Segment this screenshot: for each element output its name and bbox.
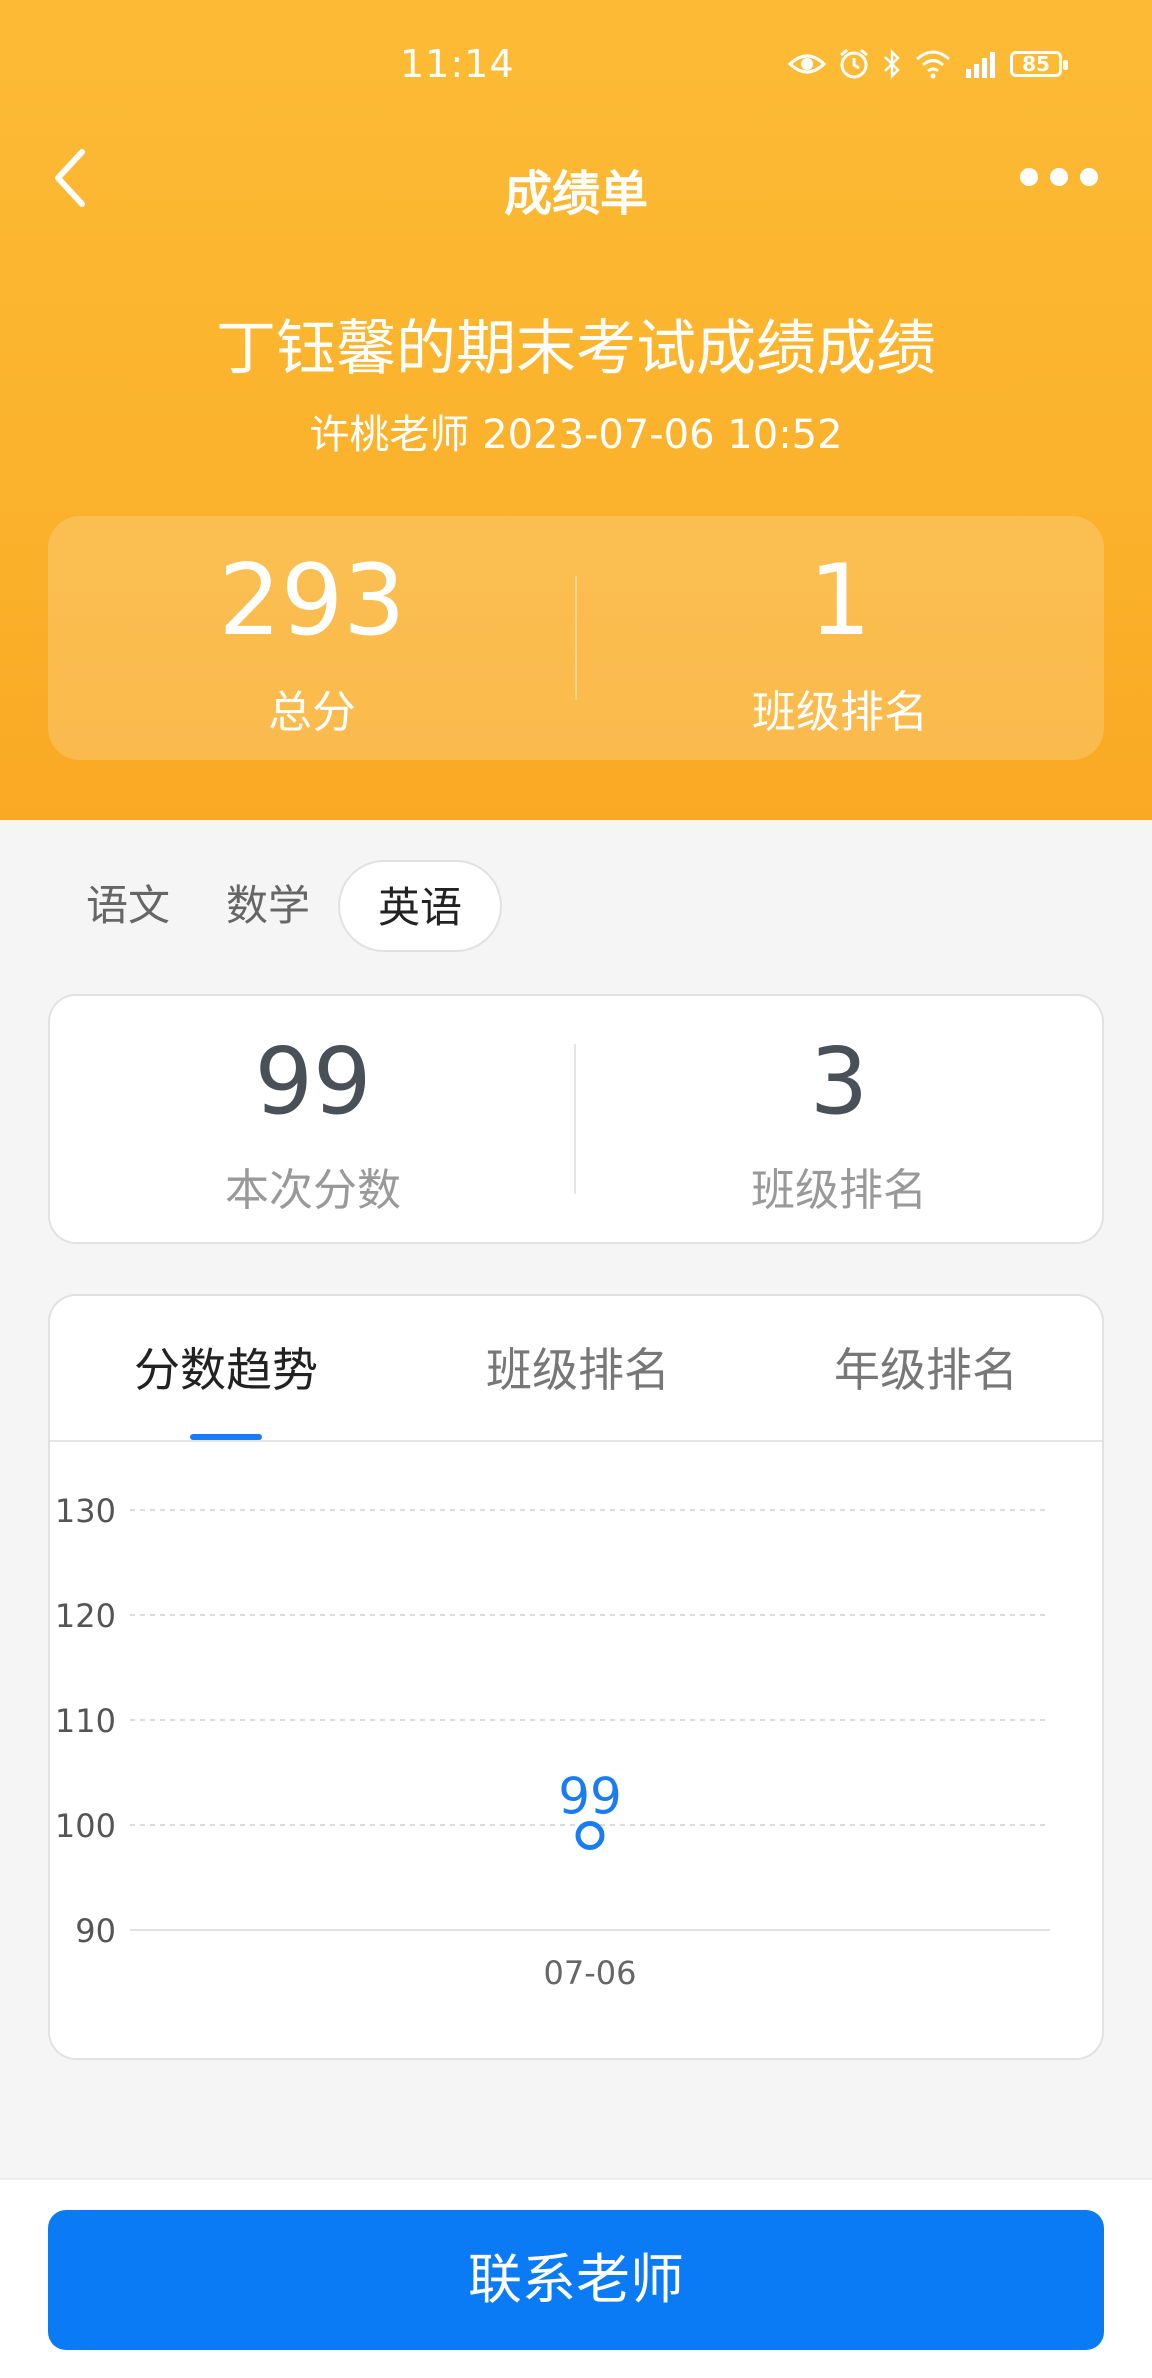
y-tick-label: 130: [55, 1492, 116, 1530]
subject-tab-english[interactable]: 英语: [338, 860, 503, 952]
y-tick-label: 100: [55, 1807, 116, 1845]
more-dot-icon: [1080, 168, 1098, 186]
tab-score-trend[interactable]: 分数趋势: [134, 1334, 318, 1400]
subject-tab-chinese[interactable]: 语文: [60, 860, 198, 952]
tab-grade-rank[interactable]: 年级排名: [834, 1334, 1018, 1400]
subject-rank-value: 3: [809, 1028, 869, 1135]
trend-tabs: 分数趋势 班级排名 年级排名: [50, 1296, 1102, 1442]
x-tick-label: 07-06: [544, 1954, 637, 1992]
subject-rank-block: 3 班级排名: [576, 996, 1102, 1242]
signal-icon: [966, 52, 995, 78]
trend-card: 分数趋势 班级排名 年级排名 90 100 110 120 130 07-06 99: [48, 1294, 1104, 2060]
battery-icon: 85: [1010, 51, 1068, 77]
class-rank-label: 班级排名: [752, 687, 928, 738]
more-dot-icon: [1050, 168, 1068, 186]
summary-card: 293 总分 1 班级排名: [48, 516, 1104, 760]
total-score-value: 293: [218, 544, 406, 658]
y-tick-label: 110: [55, 1702, 116, 1740]
data-label: 99: [558, 1768, 622, 1826]
subject-score-block: 99 本次分数: [50, 996, 576, 1242]
subject-rank-label: 班级排名: [751, 1165, 927, 1216]
eye-icon: [788, 54, 826, 74]
total-score-block: 293 总分: [48, 516, 576, 760]
tab-class-rank[interactable]: 班级排名: [486, 1334, 670, 1400]
data-point: [575, 1821, 605, 1850]
y-tick-label: 90: [75, 1912, 116, 1950]
contact-teacher-button[interactable]: 联系老师: [48, 2210, 1104, 2350]
header: 11:14 85 成绩单 丁钰馨的期末考试成绩成绩 许桃老师 2023-07-0…: [0, 0, 1152, 820]
status-bar: 11:14 85: [0, 0, 1152, 130]
total-score-label: 总分: [268, 687, 356, 738]
wifi-icon: [916, 50, 950, 79]
subject-tabs: 语文 数学 英语: [60, 860, 503, 952]
status-icons: 85: [788, 48, 1068, 80]
active-tab-indicator: [190, 1434, 262, 1440]
exam-subtitle: 许桃老师 2023-07-06 10:52: [309, 412, 843, 458]
subject-tab-math[interactable]: 数学: [198, 860, 338, 952]
subject-score-card: 99 本次分数 3 班级排名: [48, 994, 1104, 1244]
bluetooth-icon: [884, 48, 900, 80]
page-title: 成绩单: [503, 166, 648, 222]
alarm-icon: [840, 48, 868, 79]
subject-score-label: 本次分数: [225, 1165, 401, 1216]
class-rank-block: 1 班级排名: [576, 516, 1104, 760]
exam-title: 丁钰馨的期末考试成绩成绩: [216, 314, 936, 384]
more-dot-icon: [1020, 168, 1038, 186]
y-tick-label: 120: [55, 1597, 116, 1635]
subject-score-value: 99: [254, 1028, 372, 1135]
more-button[interactable]: [1020, 168, 1098, 186]
nav-bar: 成绩单: [0, 140, 1152, 230]
score-trend-chart: 90 100 110 120 130 07-06 99: [55, 1492, 1050, 1992]
class-rank-value: 1: [808, 544, 872, 658]
status-time: 11:14: [400, 42, 515, 86]
bottom-bar: 联系老师: [0, 2178, 1152, 2378]
